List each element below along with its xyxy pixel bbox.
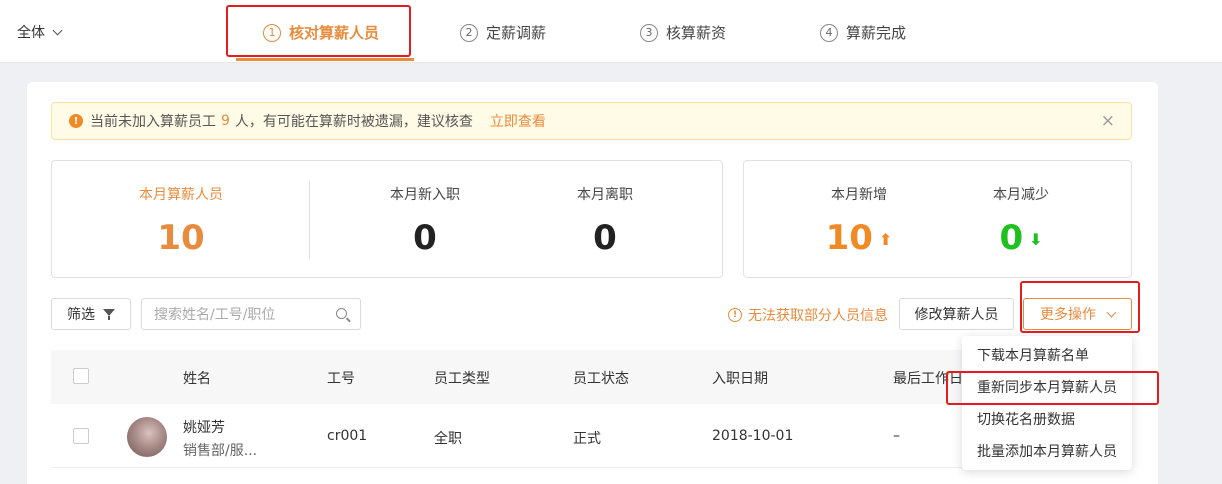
stat-increase: 本月新增 10 ⬆: [804, 184, 914, 258]
step-label: 核算薪资: [666, 24, 727, 42]
alert-banner: ! 当前未加入算薪员工 9 人，有可能在算薪时被遗漏，建议核查 立即查看 ×: [51, 102, 1132, 140]
alert-text-after: 人，有可能在算薪时被遗漏，建议核查: [234, 114, 473, 130]
scope-label: 全体: [17, 25, 45, 41]
close-icon[interactable]: ×: [1101, 112, 1115, 130]
col-hire-date: 入职日期: [712, 371, 768, 387]
employee-dept: 销售部/服...: [183, 443, 258, 459]
menu-item-switch-roster[interactable]: 切换花名册数据: [977, 409, 1075, 429]
alert-text-before: 当前未加入算薪员工: [90, 114, 216, 130]
row-checkbox[interactable]: [73, 428, 89, 444]
search-input[interactable]: 搜索姓名/工号/职位: [141, 298, 361, 330]
stat-label: 本月算薪人员: [139, 187, 223, 203]
employee-id: cr001: [327, 428, 368, 444]
stat-departures: 本月离职 0: [555, 184, 655, 258]
edit-label: 修改算薪人员: [914, 307, 999, 323]
stat-payroll-staff: 本月算薪人员 10: [110, 184, 252, 258]
filter-button[interactable]: 筛选: [51, 298, 131, 330]
arrow-down-icon: ⬇: [1029, 230, 1043, 249]
filter-icon: [103, 308, 115, 320]
step-number: 4: [820, 23, 838, 42]
stats-panel-main: 本月算薪人员 10 本月新入职 0 本月离职 0: [51, 160, 723, 278]
select-all-checkbox[interactable]: [73, 368, 89, 384]
stat-value: 0: [413, 218, 437, 258]
stat-value-wrap: 0 ⬇: [966, 218, 1076, 258]
stat-label: 本月新入职: [390, 187, 460, 203]
divider: [309, 181, 310, 259]
step-calculate-salary[interactable]: 3 核算薪资: [640, 22, 726, 43]
more-label: 更多操作: [1040, 307, 1096, 323]
stat-value: 0: [593, 218, 617, 258]
step-number: 2: [460, 23, 478, 42]
col-type: 员工类型: [434, 371, 490, 387]
step-number: 1: [263, 23, 281, 42]
active-step-indicator: [236, 58, 414, 61]
missing-info-warning[interactable]: ! 无法获取部分人员信息: [728, 305, 888, 325]
employee-name[interactable]: 姚娅芳: [183, 417, 225, 437]
step-complete[interactable]: 4 算薪完成: [820, 22, 906, 43]
employee-status: 正式: [573, 431, 601, 447]
avatar: [127, 417, 167, 457]
search-icon[interactable]: [336, 308, 347, 319]
table-row: [51, 469, 1132, 484]
menu-item-download-list[interactable]: 下载本月算薪名单: [977, 345, 1089, 365]
step-label: 核对算薪人员: [289, 24, 380, 42]
hire-date: 2018-10-01: [712, 428, 794, 444]
stat-value: 10: [157, 218, 205, 258]
col-status: 员工状态: [573, 371, 629, 387]
step-label: 算薪完成: [846, 24, 907, 42]
step-verify-staff[interactable]: 1 核对算薪人员: [263, 22, 379, 43]
step-number: 3: [640, 23, 658, 42]
top-bar: 全体 1 核对算薪人员 2 定薪调薪 3 核算薪资 4 算薪完成: [0, 0, 1222, 63]
step-label: 定薪调薪: [486, 24, 547, 42]
warning-icon: !: [69, 114, 83, 128]
alert-count: 9: [221, 113, 230, 129]
stat-value-wrap: 10 ⬆: [804, 218, 914, 258]
last-work-day: –: [893, 428, 900, 444]
stat-label: 本月离职: [577, 187, 633, 203]
employee-type: 全职: [434, 431, 462, 447]
filter-label: 筛选: [67, 307, 95, 323]
step-set-salary[interactable]: 2 定薪调薪: [460, 22, 546, 43]
menu-item-batch-add[interactable]: 批量添加本月算薪人员: [977, 441, 1117, 461]
more-actions-menu: 下载本月算薪名单 重新同步本月算薪人员 切换花名册数据 批量添加本月算薪人员: [962, 336, 1132, 470]
arrow-up-icon: ⬆: [878, 230, 893, 249]
chevron-down-icon: [1106, 307, 1117, 317]
search-placeholder: 搜索姓名/工号/职位: [154, 307, 276, 323]
stat-new-hires: 本月新入职 0: [375, 184, 475, 258]
col-id: 工号: [327, 371, 355, 387]
stat-decrease: 本月减少 0 ⬇: [966, 184, 1076, 258]
chevron-down-icon: [52, 25, 63, 35]
info-icon: !: [728, 308, 742, 322]
stat-value: 10: [825, 218, 873, 258]
stat-label: 本月新增: [831, 187, 887, 203]
col-last-day: 最后工作日: [893, 371, 963, 387]
stat-label: 本月减少: [993, 187, 1049, 203]
view-now-link[interactable]: 立即查看: [490, 111, 546, 131]
stat-value: 0: [999, 218, 1024, 258]
more-actions-button[interactable]: 更多操作: [1023, 298, 1132, 330]
warning-label: 无法获取部分人员信息: [748, 308, 888, 324]
scope-selector[interactable]: 全体: [17, 22, 63, 42]
col-name: 姓名: [183, 371, 211, 387]
stats-panel-change: 本月新增 10 ⬆ 本月减少 0 ⬇: [743, 160, 1132, 278]
edit-payroll-staff-button[interactable]: 修改算薪人员: [899, 298, 1014, 330]
menu-item-resync-staff[interactable]: 重新同步本月算薪人员: [977, 377, 1117, 397]
